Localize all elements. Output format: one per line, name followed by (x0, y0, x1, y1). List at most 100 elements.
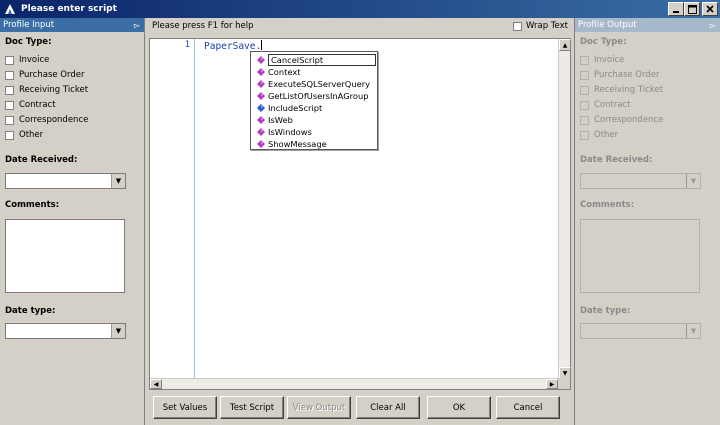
date-type-combo[interactable]: ▼ (5, 323, 126, 339)
line-number-gutter: 1 (150, 39, 195, 379)
checkbox-box[interactable] (5, 100, 14, 110)
maximize-button[interactable] (684, 2, 700, 16)
checkbox-box[interactable] (512, 21, 522, 31)
method-icon (257, 128, 265, 136)
doc-type-checkbox-invoice: Invoice (580, 55, 624, 65)
autocomplete-item-isweb[interactable]: IsWeb (251, 114, 377, 126)
help-bar: Please press F1 for help Wrap Text (146, 18, 574, 34)
app-icon (5, 4, 15, 14)
wrap-text-checkbox[interactable]: Wrap Text (512, 21, 568, 31)
pin-icon[interactable]: ▻ (134, 21, 140, 30)
doc-type-checkbox-receiving-ticket: Receiving Ticket (580, 85, 663, 95)
doc-type-checkbox-contract[interactable]: Contract (5, 100, 56, 110)
test-script-button[interactable]: Test Script (220, 396, 284, 419)
checkbox-box[interactable] (5, 70, 14, 80)
minimize-icon (673, 11, 679, 13)
maximize-icon (687, 4, 697, 14)
panel-title: Profile Input (3, 20, 55, 30)
line-number: 1 (184, 40, 190, 50)
checkbox-label: Contract (594, 100, 631, 110)
autocomplete-item-executesqlserverquery[interactable]: ExecuteSQLServerQuery (251, 78, 377, 90)
autocomplete-item-getlistofusersinagroup[interactable]: GetListOfUsersInAGroup (251, 90, 377, 102)
wrap-text-label: Wrap Text (525, 21, 568, 31)
checkbox-label: Purchase Order (19, 70, 85, 80)
date-received-combo[interactable]: ▼ (5, 173, 126, 189)
checkbox-label: Invoice (19, 55, 50, 65)
doc-type-checkbox-correspondence: Correspondence (580, 115, 663, 125)
autocomplete-item-showmessage[interactable]: ShowMessage (251, 138, 377, 150)
autocomplete-item-context[interactable]: Context (251, 66, 377, 78)
autocomplete-label: IsWindows (268, 127, 312, 137)
checkbox-box[interactable] (5, 115, 14, 125)
clear-all-button[interactable]: Clear All (356, 396, 420, 419)
horizontal-scrollbar[interactable]: ◀ ▶ (150, 378, 558, 389)
doc-type-checkbox-other[interactable]: Other (5, 130, 43, 140)
autocomplete-label: Context (268, 67, 301, 77)
doc-type-checkbox-invoice[interactable]: Invoice (5, 55, 49, 65)
autocomplete-item-iswindows[interactable]: IsWindows (251, 126, 377, 138)
doc-type-checkbox-correspondence[interactable]: Correspondence (5, 115, 88, 125)
close-button[interactable] (702, 2, 718, 16)
checkbox-box (580, 55, 589, 65)
set-values-button[interactable]: Set Values (153, 396, 217, 419)
checkbox-box (580, 115, 589, 125)
checkbox-label: Purchase Order (594, 70, 660, 80)
autocomplete-label: ShowMessage (268, 139, 327, 149)
code-editor[interactable]: 1 PaperSave. CancelScript Context Execut… (149, 38, 571, 390)
action-button-bar: Set Values Test Script View Output Clear… (146, 394, 574, 425)
include-icon (257, 104, 265, 112)
checkbox-label: Receiving Ticket (594, 85, 664, 95)
doc-type-checkbox-contract: Contract (580, 100, 631, 110)
method-icon (257, 140, 265, 148)
window-title: Please enter script (21, 4, 117, 14)
scroll-up-icon[interactable]: ▲ (559, 39, 571, 51)
doc-type-label: Doc Type: (580, 37, 627, 47)
scroll-left-icon[interactable]: ◀ (150, 379, 162, 389)
method-icon (257, 80, 265, 88)
pin-icon[interactable]: ▻ (710, 21, 716, 30)
autocomplete-label: GetListOfUsersInAGroup (268, 91, 369, 101)
checkbox-label: Correspondence (19, 115, 89, 125)
scrollbar-corner (558, 378, 570, 389)
method-icon (257, 56, 265, 64)
method-icon (257, 116, 265, 124)
script-editor-area: Please press F1 for help Wrap Text 1 Pap… (146, 18, 574, 425)
scroll-right-icon[interactable]: ▶ (546, 379, 558, 389)
close-icon (706, 5, 714, 13)
ok-button[interactable]: OK (427, 396, 491, 419)
profile-input-header: Profile Input ▻ (0, 18, 144, 32)
checkbox-box (580, 100, 589, 110)
autocomplete-label: ExecuteSQLServerQuery (268, 79, 371, 89)
chevron-down-icon: ▼ (686, 174, 700, 188)
comments-textarea[interactable] (5, 219, 125, 293)
chevron-down-icon[interactable]: ▼ (111, 324, 125, 338)
checkbox-box[interactable] (5, 130, 14, 140)
checkbox-box[interactable] (5, 85, 14, 95)
date-received-label: Date Received: (580, 155, 653, 165)
checkbox-label: Correspondence (594, 115, 664, 125)
cancel-button[interactable]: Cancel (496, 396, 560, 419)
checkbox-box (580, 70, 589, 80)
doc-type-label: Doc Type: (5, 37, 52, 47)
autocomplete-label: CancelScript (268, 54, 376, 66)
checkbox-label: Other (594, 130, 619, 140)
doc-type-checkbox-receiving-ticket[interactable]: Receiving Ticket (5, 85, 88, 95)
autocomplete-item-cancelscript[interactable]: CancelScript (251, 54, 377, 66)
autocomplete-item-includescript[interactable]: IncludeScript (251, 102, 377, 114)
comments-textarea (580, 219, 700, 293)
method-icon (257, 92, 265, 100)
panel-title: Profile Output (578, 20, 637, 30)
minimize-button[interactable] (668, 2, 684, 16)
autocomplete-popup[interactable]: CancelScript Context ExecuteSQLServerQue… (250, 51, 378, 150)
checkbox-box (580, 130, 589, 140)
doc-type-checkbox-purchase-order[interactable]: Purchase Order (5, 70, 84, 80)
checkbox-label: Other (19, 130, 44, 140)
view-output-button[interactable]: View Output (287, 396, 351, 419)
autocomplete-label: IsWeb (268, 115, 293, 125)
checkbox-label: Invoice (594, 55, 625, 65)
checkbox-box[interactable] (5, 55, 14, 65)
date-type-label: Date type: (5, 306, 56, 316)
checkbox-box (580, 85, 589, 95)
vertical-scrollbar[interactable]: ▲ ▼ (558, 39, 571, 379)
chevron-down-icon[interactable]: ▼ (111, 174, 125, 188)
